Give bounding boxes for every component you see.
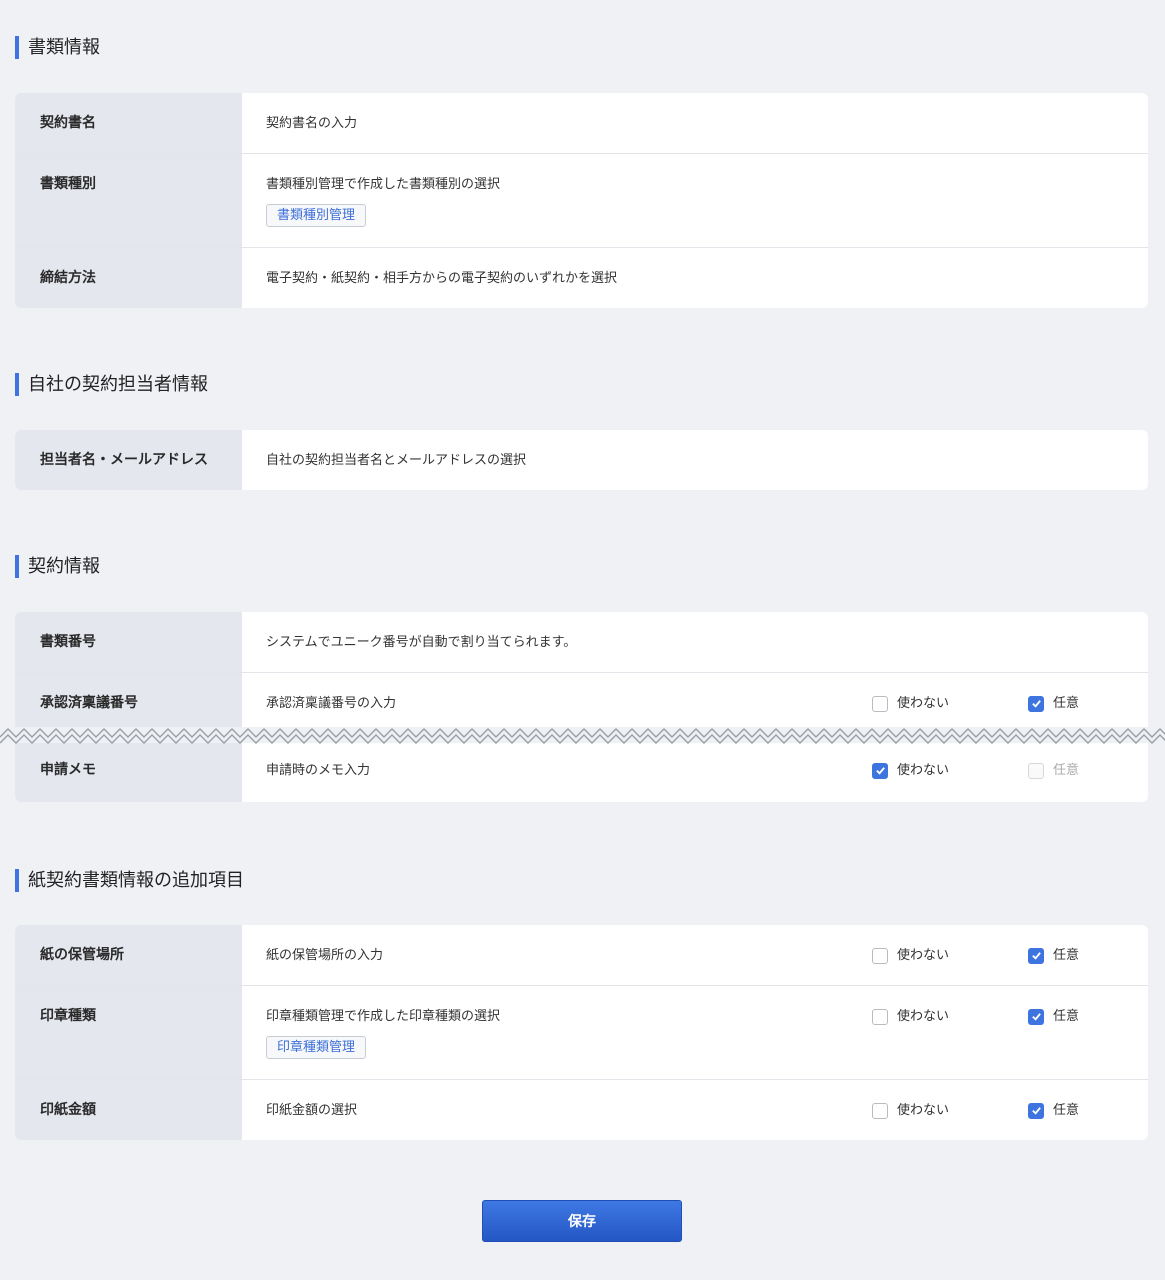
opt-unused[interactable]: 使わない [872,947,949,964]
row-doc-number: 書類番号 システムでユニーク番号が自動で割り当てられます。 [15,612,1148,672]
checkbox-unused[interactable] [872,947,888,964]
checkbox-unused[interactable] [872,762,888,779]
row-desc: システムでユニーク番号が自動で割り当てられます。 [266,635,577,650]
row-label: 申請メモ [15,742,242,802]
row-label: 印章種類 [15,986,242,1079]
row-label: 担当者名・メールアドレス [15,430,242,490]
check-icon [1031,1013,1041,1021]
row-doc-type: 書類種別 書類種別管理で作成した書類種別の選択 書類種別管理 [15,153,1148,247]
row-contract-name: 契約書名 契約書名の入力 [15,93,1148,153]
doc-info-card: 契約書名 契約書名の入力 書類種別 書類種別管理で作成した書類種別の選択 書類種… [15,93,1148,308]
checkbox-optional[interactable] [1028,695,1044,712]
row-desc: 承認済稟議番号の入力 [266,696,397,711]
check-icon [1031,700,1041,708]
checkbox-optional[interactable] [1028,1008,1044,1025]
opt-unused[interactable]: 使わない [872,695,949,712]
row-signing-method: 締結方法 電子契約・紙契約・相手方からの電子契約のいずれかを選択 [15,247,1148,308]
row-application-memo: 申請メモ 申請時のメモ入力 使わない 任意 [15,742,1148,802]
opt-unused[interactable]: 使わない [872,1102,949,1119]
checkbox-unused[interactable] [872,695,888,712]
row-desc: 紙の保管場所の入力 [266,948,384,963]
settings-page: 書類情報 契約書名 契約書名の入力 書類種別 書類種別管理で作成した書類種別の選… [0,0,1165,1280]
paper-info-card: 紙の保管場所 紙の保管場所の入力 使わない 任意 印章種類 印章種類管理で作成し… [15,925,1148,1140]
row-desc: 申請時のメモ入力 [266,763,371,778]
section-title-doc-info: 書類情報 [15,36,100,59]
row-label: 締結方法 [15,248,242,308]
zigzag-divider [0,727,1165,744]
opt-unused[interactable]: 使わない [872,762,949,779]
doc-type-manage-button[interactable]: 書類種別管理 [266,204,367,227]
row-desc: 印紙金額の選択 [266,1103,358,1118]
checkbox-optional[interactable] [1028,947,1044,964]
opt-optional[interactable]: 任意 [1028,695,1079,712]
row-desc: 書類種別管理で作成した書類種別の選択 [266,177,501,192]
section-title-owner-info: 自社の契約担当者情報 [15,373,208,396]
seal-type-manage-button[interactable]: 印章種類管理 [266,1036,367,1059]
row-seal-type: 印章種類 印章種類管理で作成した印章種類の選択 印章種類管理 使わない 任意 [15,985,1148,1079]
save-button[interactable]: 保存 [482,1200,682,1242]
row-storage-location: 紙の保管場所 紙の保管場所の入力 使わない 任意 [15,925,1148,985]
opt-optional[interactable]: 任意 [1028,1008,1079,1025]
opt-optional[interactable]: 任意 [1028,1102,1079,1119]
opt-optional[interactable]: 任意 [1028,762,1079,779]
row-owner: 担当者名・メールアドレス 自社の契約担当者名とメールアドレスの選択 [15,430,1148,490]
section-title-paper-info: 紙契約書類情報の追加項目 [15,869,244,892]
checkbox-unused[interactable] [872,1008,888,1025]
contract-info-card: 書類番号 システムでユニーク番号が自動で割り当てられます。 承認済稟議番号 承認… [15,612,1148,802]
check-icon [1031,952,1041,960]
check-icon [875,767,885,775]
row-desc: 印章種類管理で作成した印章種類の選択 [266,1009,501,1024]
row-label: 印紙金額 [15,1080,242,1140]
check-icon [1031,1107,1041,1115]
row-label: 紙の保管場所 [15,925,242,985]
section-title-contract-info: 契約情報 [15,555,100,578]
row-stamp-amount: 印紙金額 印紙金額の選択 使わない 任意 [15,1079,1148,1140]
row-label: 書類種別 [15,154,242,247]
checkbox-optional[interactable] [1028,762,1044,779]
checkbox-unused[interactable] [872,1102,888,1119]
row-desc: 電子契約・紙契約・相手方からの電子契約のいずれかを選択 [266,271,618,286]
row-desc: 契約書名の入力 [266,116,358,131]
owner-info-card: 担当者名・メールアドレス 自社の契約担当者名とメールアドレスの選択 [15,430,1148,490]
opt-optional[interactable]: 任意 [1028,947,1079,964]
row-label: 書類番号 [15,612,242,672]
row-desc: 自社の契約担当者名とメールアドレスの選択 [266,453,527,468]
row-label: 契約書名 [15,93,242,153]
checkbox-optional[interactable] [1028,1102,1044,1119]
opt-unused[interactable]: 使わない [872,1008,949,1025]
